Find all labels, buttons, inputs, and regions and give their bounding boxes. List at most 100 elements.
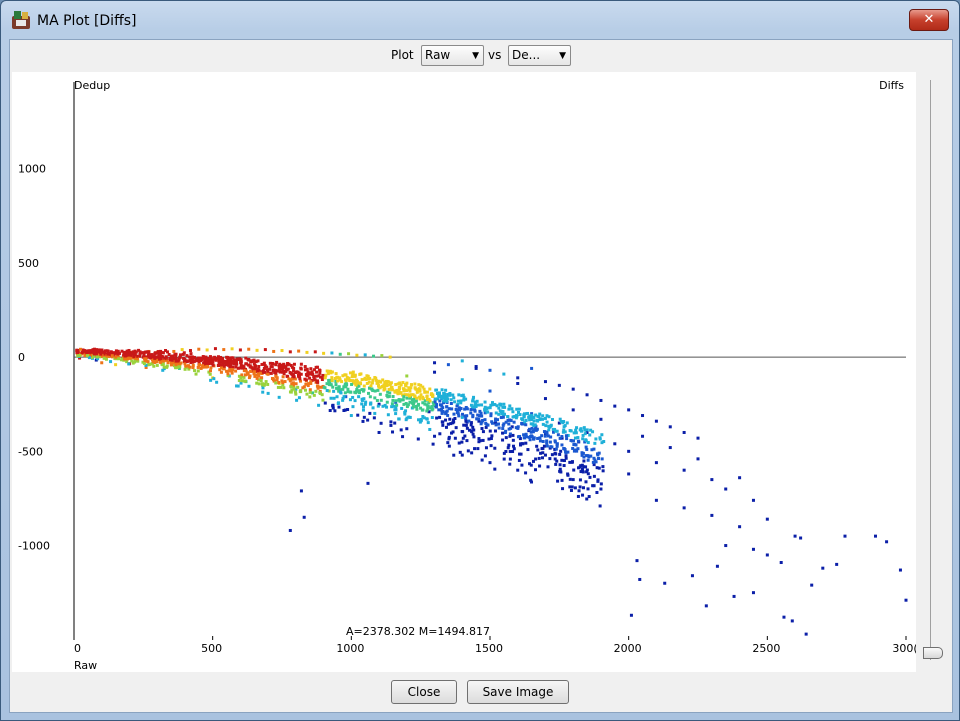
data-point [292, 369, 296, 373]
data-point [348, 398, 352, 402]
x-tick-label: 500 [201, 642, 222, 655]
data-point [259, 379, 263, 383]
data-point [261, 370, 265, 374]
close-icon[interactable]: ✕ [909, 9, 949, 31]
data-point [595, 466, 599, 470]
data-point [511, 410, 515, 414]
data-point [408, 415, 412, 419]
data-point [461, 436, 465, 440]
data-point [161, 362, 165, 366]
data-point [378, 392, 382, 396]
data-point [537, 415, 541, 419]
data-point [123, 357, 127, 361]
data-point [556, 433, 560, 437]
data-point [641, 414, 645, 418]
data-point [508, 457, 512, 461]
data-point [240, 373, 244, 377]
data-point [574, 448, 578, 452]
data-point [362, 405, 366, 409]
data-point [341, 374, 345, 378]
data-point [305, 372, 309, 376]
data-point [493, 446, 497, 450]
data-point [508, 418, 512, 422]
data-point [343, 391, 347, 395]
data-point [460, 394, 464, 398]
data-point [405, 405, 409, 409]
save-image-button[interactable]: Save Image [467, 680, 569, 704]
data-point [344, 373, 348, 377]
data-point [471, 415, 475, 419]
data-point [418, 389, 422, 393]
data-point [458, 450, 462, 454]
data-point [423, 402, 427, 406]
data-point [545, 420, 549, 424]
data-point [506, 415, 510, 419]
data-point [288, 350, 292, 354]
data-point [109, 360, 113, 364]
data-point [477, 440, 481, 444]
data-point [330, 376, 334, 380]
data-point [543, 453, 547, 457]
data-point [153, 351, 157, 355]
second-series-select[interactable]: De... ▼ [508, 45, 571, 66]
data-point [168, 356, 172, 360]
data-point [350, 375, 354, 379]
data-point [444, 418, 448, 422]
data-point [507, 407, 511, 411]
first-series-select[interactable]: Raw ▼ [421, 45, 484, 66]
data-point [203, 358, 207, 362]
data-point [321, 398, 325, 402]
data-point [483, 400, 487, 404]
data-point [373, 411, 377, 415]
data-point [502, 402, 506, 406]
slider-thumb[interactable] [923, 647, 943, 659]
data-point [308, 395, 312, 399]
data-point [738, 476, 742, 480]
data-point [457, 414, 461, 418]
data-point [297, 396, 301, 400]
data-point [173, 353, 177, 357]
data-point [682, 506, 686, 510]
vertical-slider[interactable] [922, 80, 943, 660]
data-point [85, 354, 89, 358]
ma-plot-panel[interactable]: 0 500 1000 1500 2000 2500 300(1000 500 0 -500 -100… [12, 72, 918, 672]
data-point [274, 363, 278, 367]
data-point [397, 398, 401, 402]
data-point [810, 583, 814, 587]
data-point [465, 426, 469, 430]
data-point [292, 362, 296, 366]
data-point [389, 420, 393, 424]
data-point [147, 363, 151, 367]
ma-scatter-chart[interactable]: 0 500 1000 1500 2000 2500 300(1000 500 0 -500 -100… [12, 72, 918, 672]
data-point [301, 386, 305, 390]
title-bar[interactable]: MA Plot [Diffs] ✕ [1, 1, 959, 39]
data-point [160, 355, 164, 359]
data-point [441, 420, 445, 424]
data-point [218, 357, 222, 361]
data-point [142, 353, 146, 357]
data-point [244, 369, 248, 373]
data-point [576, 494, 580, 498]
data-point [418, 420, 422, 424]
close-button[interactable]: Close [391, 680, 457, 704]
data-point [277, 395, 281, 399]
data-point [457, 441, 461, 445]
data-point [480, 458, 484, 462]
data-point [471, 397, 475, 401]
plot-label: Plot [391, 48, 414, 62]
data-point [297, 349, 301, 353]
data-point [332, 396, 336, 400]
data-point [536, 448, 540, 452]
data-point [377, 430, 381, 434]
data-point [383, 403, 387, 407]
ma-plot-window: MA Plot [Diffs] ✕ Plot Raw ▼ vs De... ▼ … [0, 0, 960, 721]
data-point [425, 394, 429, 398]
data-point [548, 440, 552, 444]
data-point [524, 423, 528, 427]
data-point [313, 350, 317, 354]
data-point [474, 404, 478, 408]
data-point [331, 404, 335, 408]
data-point [198, 356, 202, 360]
data-point [280, 349, 284, 353]
data-point [426, 404, 430, 408]
